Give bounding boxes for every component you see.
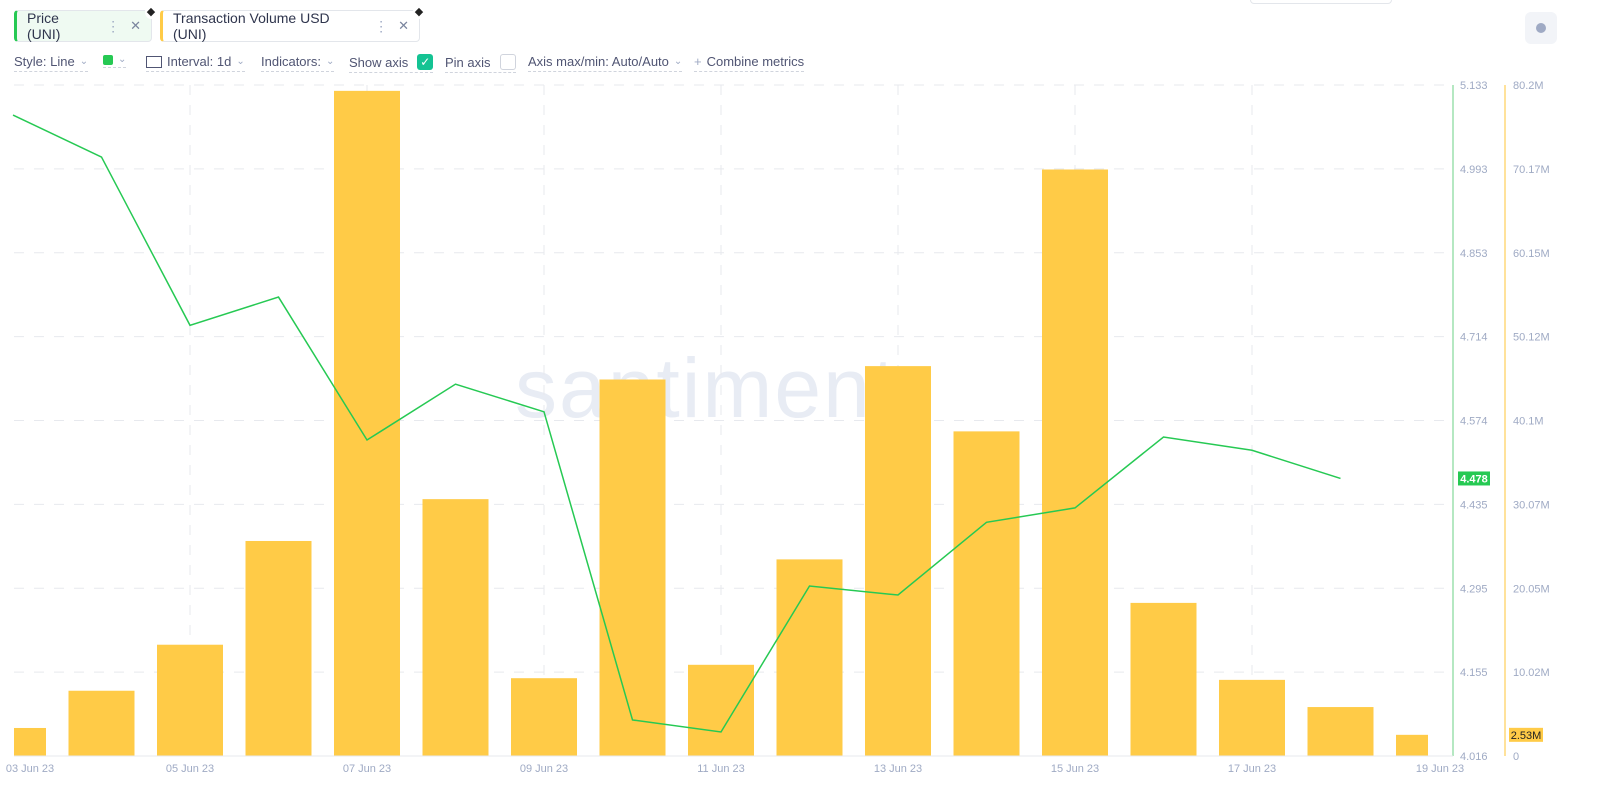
volume-bar[interactable] xyxy=(334,90,400,756)
price-tick-label: 4.853 xyxy=(1460,248,1488,260)
volume-tick-label: 60.15M xyxy=(1513,248,1550,260)
volume-tick-label: 20.05M xyxy=(1513,583,1550,595)
volume-tick-label: 50.12M xyxy=(1513,332,1550,344)
volume-last-label: 2.53M xyxy=(1511,730,1542,742)
volume-tick-label: 70.17M xyxy=(1513,164,1550,176)
price-tick-label: 4.993 xyxy=(1460,164,1488,176)
volume-bar[interactable] xyxy=(157,644,223,756)
volume-bar[interactable] xyxy=(688,664,754,756)
price-last-label: 4.478 xyxy=(1460,473,1488,485)
volume-bar[interactable] xyxy=(1042,169,1108,756)
volume-bar[interactable] xyxy=(1219,679,1285,756)
price-tick-label: 4.574 xyxy=(1460,416,1488,428)
volume-bar[interactable] xyxy=(953,431,1020,756)
x-tick-label: 09 Jun 23 xyxy=(520,763,568,775)
price-tick-label: 4.016 xyxy=(1460,751,1488,763)
x-tick-label: 17 Jun 23 xyxy=(1228,763,1276,775)
volume-bar[interactable] xyxy=(599,379,666,756)
volume-tick-label: 80.2M xyxy=(1513,80,1544,92)
price-tick-label: 4.155 xyxy=(1460,667,1488,679)
volume-bar[interactable] xyxy=(865,366,931,756)
chart[interactable]: 4.016 0 4.155 10.02M 4.295 20.05M 4.435 30.07M 4… xyxy=(0,0,1600,797)
volume-bar[interactable] xyxy=(1396,734,1428,756)
volume-tick-label: 40.1M xyxy=(1513,416,1544,428)
x-tick-label: 07 Jun 23 xyxy=(343,763,391,775)
x-tick-label: 15 Jun 23 xyxy=(1051,763,1099,775)
x-tick-label: 19 Jun 23 xyxy=(1416,763,1464,775)
volume-bar[interactable] xyxy=(422,499,489,756)
volume-bar[interactable] xyxy=(14,727,46,756)
volume-bar[interactable] xyxy=(1307,707,1374,756)
x-tick-label: 03 Jun 23 xyxy=(6,763,54,775)
volume-tick-label: 0 xyxy=(1513,751,1519,763)
x-tick-label: 13 Jun 23 xyxy=(874,763,922,775)
price-tick-label: 4.714 xyxy=(1460,332,1488,344)
price-tick-label: 4.435 xyxy=(1460,499,1488,511)
volume-bar[interactable] xyxy=(511,678,577,756)
volume-bar[interactable] xyxy=(1130,602,1197,756)
x-tick-label: 05 Jun 23 xyxy=(166,763,214,775)
volume-bar[interactable] xyxy=(245,540,312,756)
x-tick-label: 11 Jun 23 xyxy=(697,763,745,775)
price-tick-label: 5.133 xyxy=(1460,80,1488,92)
price-tick-label: 4.295 xyxy=(1460,583,1488,595)
volume-tick-label: 30.07M xyxy=(1513,499,1550,511)
volume-bar[interactable] xyxy=(68,690,135,756)
volume-tick-label: 10.02M xyxy=(1513,667,1550,679)
